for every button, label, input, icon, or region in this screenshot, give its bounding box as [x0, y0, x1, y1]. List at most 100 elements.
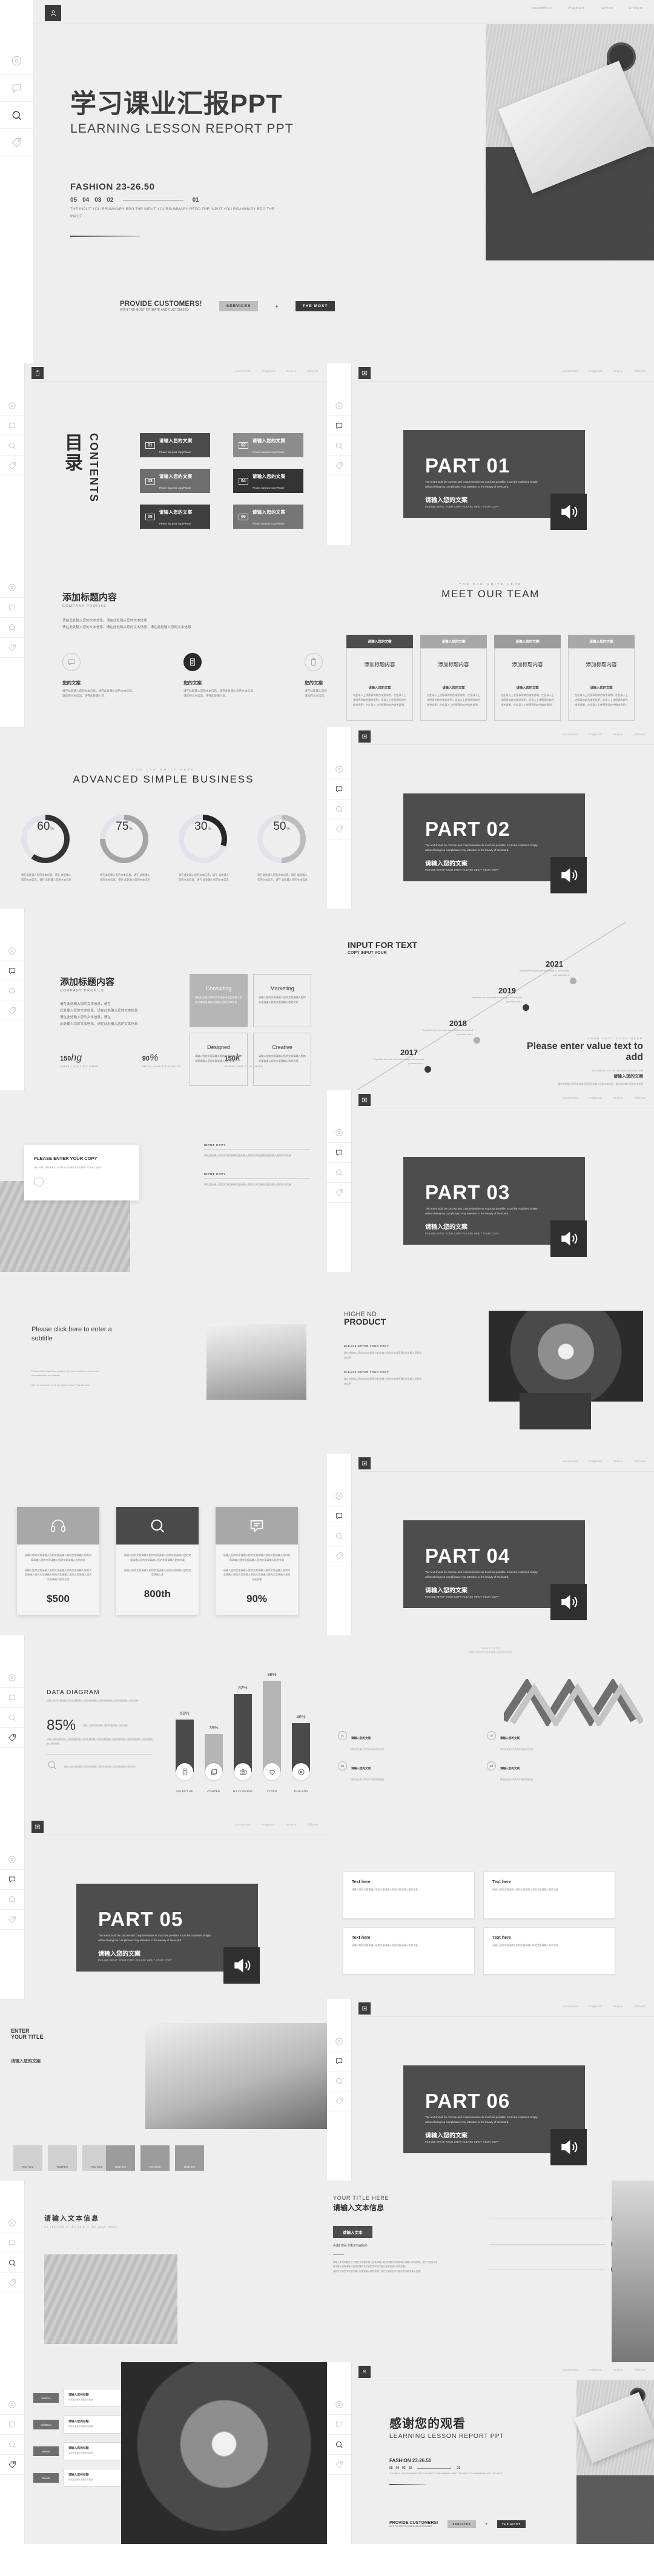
search-icon[interactable] [327, 2071, 351, 2091]
services-button[interactable]: SERVICES [448, 2520, 476, 2528]
nav-item-0[interactable]: customhere [562, 369, 578, 372]
minicard[interactable]: Text here 请输入您的文案请输入您的文案请输入您的文案请输入您的文案 [343, 1872, 475, 1919]
tag-icon[interactable] [0, 2273, 24, 2293]
minicard[interactable]: Text here 请输入您的文案请输入您的文案请输入您的文案请输入您的文案 [483, 1872, 615, 1919]
nav-item-1[interactable]: Pragmatic [589, 733, 602, 736]
nav-item-0[interactable]: customhere [235, 1823, 251, 1826]
nav-item-0[interactable]: customhere [562, 1460, 578, 1463]
nav-item-3[interactable]: Efficient [629, 7, 643, 10]
disc-icon[interactable] [0, 941, 24, 961]
tag-icon[interactable] [327, 1546, 351, 1566]
comment-icon[interactable] [327, 2051, 351, 2071]
comment-icon[interactable] [327, 1506, 351, 1526]
comment-icon[interactable] [0, 2233, 24, 2253]
tag-icon[interactable] [0, 1910, 24, 1930]
tile-marketing[interactable]: Marketing 请输入您的文案请输入您的文案请输入您的文案请输入您的文案请输入… [253, 974, 311, 1027]
tag-icon[interactable] [0, 2455, 24, 2475]
disc-icon[interactable] [327, 1486, 351, 1506]
the-most-button[interactable]: THE MOST [497, 2520, 526, 2528]
play-icon[interactable] [358, 1457, 371, 1469]
pill[interactable]: Text here [175, 2145, 204, 2171]
the-most-button[interactable]: THE MOST [295, 301, 335, 311]
nav-item-2[interactable]: Service [286, 369, 297, 372]
comment-icon[interactable] [327, 780, 351, 800]
search-icon[interactable] [327, 1526, 351, 1546]
tile-designed[interactable]: Designed 请输入您的文案请输入您的文案请输入您的文案请输入您的文案请输入您… [190, 1033, 248, 1086]
disc-icon[interactable] [327, 2395, 351, 2415]
nav-item-3[interactable]: Efficient [635, 369, 646, 372]
nav-item-2[interactable]: Service [613, 1096, 624, 1099]
search-icon[interactable] [0, 1708, 24, 1728]
comment-icon[interactable] [327, 416, 351, 436]
disc-icon[interactable] [0, 2395, 24, 2415]
tag-icon[interactable] [327, 2455, 351, 2475]
search-icon[interactable] [327, 1163, 351, 1183]
search-icon[interactable] [0, 618, 24, 638]
search-icon[interactable] [327, 800, 351, 819]
comment-icon[interactable] [0, 74, 33, 102]
tag-icon[interactable] [327, 1183, 351, 1203]
disc-icon[interactable] [0, 1668, 24, 1688]
nav-item-1[interactable]: Pragmatic [589, 1460, 602, 1463]
tag-row[interactable]: exhibition 请输入您的标题 请在此处输入您的文本信息 [33, 2415, 121, 2434]
disc-icon[interactable] [327, 396, 351, 416]
list-item[interactable]: 05 请输入您的文案 Please inpuyour copyPlease [140, 505, 210, 529]
list-item[interactable]: 01 请输入您的文案 Please inpuyour copyPlease [140, 433, 210, 457]
play-icon[interactable] [358, 367, 371, 379]
tag-row[interactable]: always 请输入您的标题 请在此处输入您的文本信息 [33, 2442, 121, 2460]
stat-card[interactable]: 请输入您的文案请输入您的文案请输入您的文案请输入您的文案请输入您的文案请输入您的… [116, 1507, 199, 1615]
nav-item-0[interactable]: customhere [235, 369, 251, 372]
nav-item-0[interactable]: customhere [562, 2005, 578, 2008]
tag-icon[interactable] [327, 2091, 351, 2111]
nav-item-3[interactable]: Efficient [635, 733, 646, 736]
tile-consulting[interactable]: Consulting 请在此处输入您的文本信息请在此处输入您的文本信息请在此处输入… [190, 974, 248, 1027]
comment-icon[interactable] [327, 2415, 351, 2435]
nav-item-2[interactable]: Service [286, 1823, 297, 1826]
minicard[interactable]: Text here 请输入您的文案请输入您的文案请输入您的文案请输入您的文案 [343, 1927, 475, 1975]
list-item[interactable]: 03 请输入您的文案 Please inpuyour copyPlease [140, 469, 210, 493]
disc-icon[interactable] [0, 2213, 24, 2233]
tag-row[interactable]: services 请输入您的标题 请在此处输入您的文本信息 [33, 2389, 121, 2407]
tag-icon[interactable] [0, 1001, 24, 1021]
pill[interactable]: Text here [140, 2145, 170, 2171]
comment-icon[interactable] [0, 1688, 24, 1708]
tag-icon[interactable] [327, 819, 351, 839]
comment-icon[interactable] [0, 598, 24, 618]
nav-item-2[interactable]: Service [613, 1460, 624, 1463]
services-button[interactable]: SERVICES [219, 301, 259, 311]
play-icon[interactable] [358, 1094, 371, 1106]
list-item[interactable]: 02 请输入您的文案 Please inpuyour copyPlease [233, 433, 303, 457]
nav-item-2[interactable]: Service [613, 369, 624, 372]
play-icon[interactable] [358, 2002, 371, 2015]
pill[interactable]: Text here [13, 2145, 42, 2171]
list-item[interactable]: 04 请输入您的文案 Please inpuyour copyPlease [233, 469, 303, 493]
pill[interactable]: Text here [106, 2145, 135, 2171]
tag-icon[interactable] [0, 456, 24, 476]
tile-creative[interactable]: Creative 请输入您的文案请输入您的文案请输入您的文案请输入您的文案请输入您… [253, 1033, 311, 1086]
nav-item-1[interactable]: Pragmatic [589, 2368, 602, 2371]
play-icon[interactable] [31, 1821, 44, 1833]
search-icon[interactable] [0, 981, 24, 1001]
search-icon[interactable] [0, 2435, 24, 2455]
nav-item-2[interactable]: Service [613, 733, 624, 736]
disc-icon[interactable] [327, 1123, 351, 1143]
brand-logo[interactable] [358, 2366, 371, 2378]
team-card[interactable]: 请输入您的文案 添加标题内容 请输入您的文案 在此录入上述图表的综合描述说明，在此录… [494, 635, 561, 721]
minicard[interactable]: Text here 请输入您的文案请输入您的文案请输入您的文案请输入您的文案 [483, 1927, 615, 1975]
comment-icon[interactable] [0, 961, 24, 981]
search-icon[interactable] [327, 436, 351, 456]
team-card[interactable]: 请输入您的文案 添加标题内容 请输入您的文案 在此录入上述图表的综合描述说明，在此录… [568, 635, 635, 721]
disc-icon[interactable] [327, 760, 351, 780]
pill[interactable]: Text here [48, 2145, 77, 2171]
tag-row[interactable]: friends 请输入您的标题 请在此处输入您的文本信息 [33, 2469, 121, 2487]
nav-item-3[interactable]: Efficient [308, 1823, 319, 1826]
nav-item-2[interactable]: Service [613, 2005, 624, 2008]
search-icon[interactable] [0, 2253, 24, 2273]
disc-icon[interactable] [0, 578, 24, 598]
nav-item-1[interactable]: Pragmatic [567, 7, 584, 10]
list-item[interactable]: 06 请输入您的文案 Please inpuyour copyPlease [233, 505, 303, 529]
nav-item-3[interactable]: Efficient [308, 369, 319, 372]
badge[interactable]: 请输入文本 [333, 2226, 372, 2238]
nav-item-1[interactable]: Pragmatic [589, 1096, 602, 1099]
tag-icon[interactable] [0, 1728, 24, 1748]
